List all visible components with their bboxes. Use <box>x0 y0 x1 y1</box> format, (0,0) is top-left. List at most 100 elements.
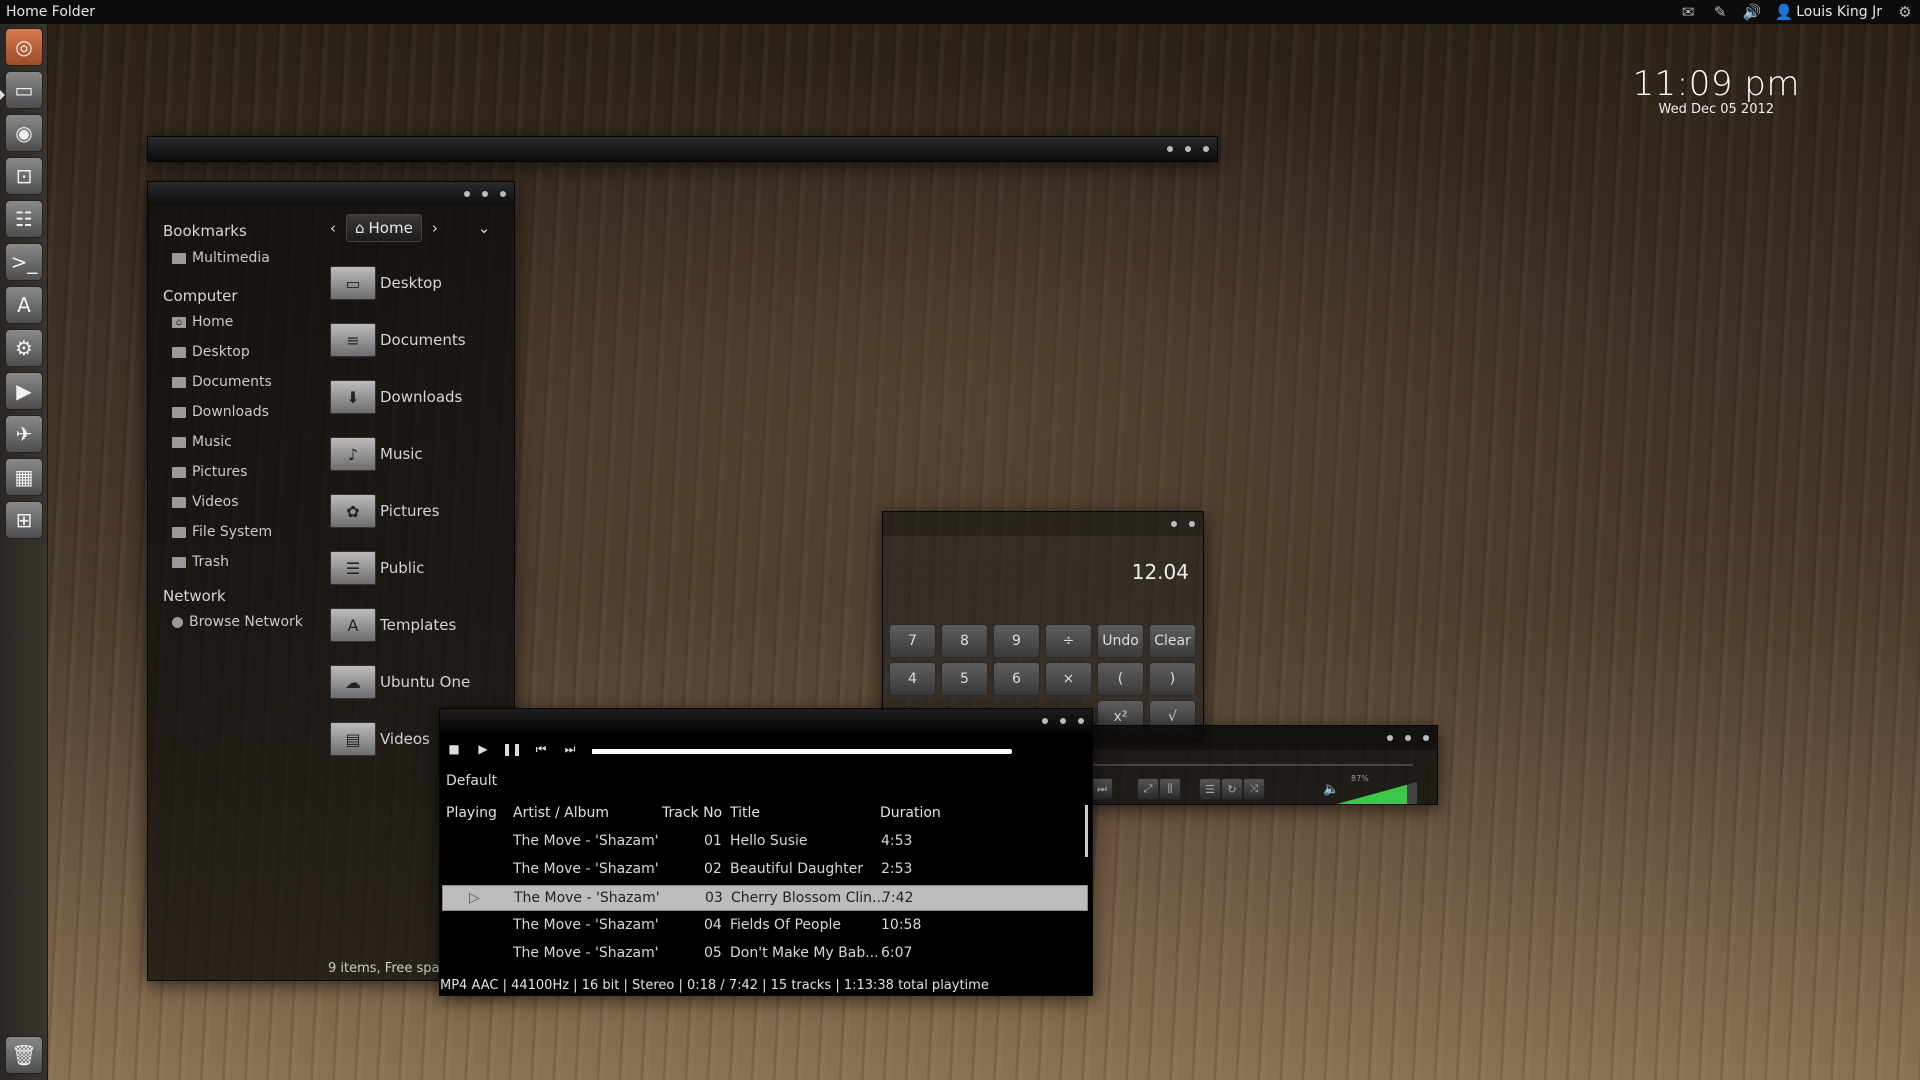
back-icon[interactable]: ‹ <box>330 219 336 237</box>
playlist-name[interactable]: Default <box>446 773 497 789</box>
key-open-paren[interactable]: ( <box>1097 662 1144 696</box>
maximize-button[interactable] <box>1060 718 1066 724</box>
stop-icon[interactable]: ■ <box>444 742 464 756</box>
key-6[interactable]: 6 <box>993 662 1040 696</box>
mail-icon[interactable]: ✉ <box>1679 3 1697 21</box>
key-4[interactable]: 4 <box>889 662 936 696</box>
pen-icon[interactable]: ✎ <box>1711 3 1729 21</box>
previous-icon[interactable]: ⏮ <box>531 742 551 757</box>
key-clear[interactable]: Clear <box>1149 624 1196 658</box>
table-row[interactable]: The Move - 'Shazam' 04 Fields Of People … <box>440 913 1094 939</box>
table-row[interactable]: The Move - 'Shazam' 02 Beautiful Daughte… <box>440 857 1094 883</box>
maximize-button[interactable] <box>1405 735 1411 741</box>
close-button[interactable] <box>1423 735 1429 741</box>
firefox-icon[interactable]: ◉ <box>5 114 43 152</box>
media-player-icon[interactable]: ▶ <box>5 372 43 410</box>
sidebar-item-browse-network[interactable]: Browse Network <box>172 614 303 630</box>
folder-public[interactable]: ☰ Public <box>330 551 424 585</box>
minimize-button[interactable] <box>1042 718 1048 724</box>
workspace-icon[interactable]: ⊞ <box>5 501 43 539</box>
gear-icon[interactable]: ⚙ <box>1896 3 1914 21</box>
table-row[interactable]: The Move - 'Shazam' 05 Don't Make My Bab… <box>440 941 1094 967</box>
next-icon[interactable]: ⏭ <box>560 742 580 757</box>
trash-icon[interactable]: 🗑 <box>5 1036 43 1074</box>
minimized-window-bar[interactable] <box>147 136 1218 162</box>
column-playing[interactable]: Playing <box>446 805 497 821</box>
close-button[interactable] <box>500 191 506 197</box>
key-9[interactable]: 9 <box>993 624 1040 658</box>
fullscreen-icon[interactable]: ⤢ <box>1137 778 1159 800</box>
next-icon[interactable]: ⏭ <box>1091 778 1113 800</box>
folder-pictures[interactable]: ✿ Pictures <box>330 494 439 528</box>
file-manager-titlebar[interactable] <box>148 182 514 206</box>
chevron-down-icon[interactable]: ⌄ <box>478 219 491 237</box>
key-5[interactable]: 5 <box>941 662 988 696</box>
column-duration[interactable]: Duration <box>880 805 941 821</box>
table-row[interactable]: The Move - 'Shazam' 01 Hello Susie 4:53 <box>440 829 1094 855</box>
folder-documents[interactable]: ≡ Documents <box>330 323 466 357</box>
sidebar-item-videos[interactable]: Videos <box>172 494 239 510</box>
key-7[interactable]: 7 <box>889 624 936 658</box>
table-row-playing[interactable]: ▷ The Move - 'Shazam' 03 Cherry Blossom … <box>442 885 1088 911</box>
music-player-window: ■ ▶ ❚❚ ⏮ ⏭ Default Playing Artist / Albu… <box>439 708 1093 996</box>
close-button[interactable] <box>1078 718 1084 724</box>
maximize-button[interactable] <box>1185 146 1191 152</box>
volume-slider[interactable] <box>1337 782 1417 804</box>
seek-bar[interactable] <box>592 749 1012 754</box>
music-folder-icon: ♪ <box>330 437 376 471</box>
playlist-icon[interactable]: ☰ <box>1199 778 1221 800</box>
play-icon[interactable]: ▶ <box>473 742 493 756</box>
mixer-icon[interactable]: ☷ <box>5 200 43 238</box>
close-button[interactable] <box>1189 521 1195 527</box>
terminal-icon[interactable]: >_ <box>5 243 43 281</box>
screenshot-icon[interactable]: ⊡ <box>5 157 43 195</box>
minimize-button[interactable] <box>464 191 470 197</box>
volume-icon[interactable]: 🔊 <box>1743 3 1762 21</box>
folder-music[interactable]: ♪ Music <box>330 437 423 471</box>
software-center-icon[interactable]: A <box>5 286 43 324</box>
home-icon: ⌂ <box>355 219 365 237</box>
folder-videos[interactable]: ▤ Videos <box>330 722 430 756</box>
minimize-button[interactable] <box>1167 146 1173 152</box>
minimize-button[interactable] <box>1171 521 1177 527</box>
sidebar-item-file-system[interactable]: File System <box>172 524 272 540</box>
sidebar-item-home[interactable]: ⌂ Home <box>172 314 233 330</box>
calculator-titlebar[interactable] <box>883 512 1203 536</box>
user-menu[interactable]: 👤 Louis King Jr <box>1775 3 1882 21</box>
key-multiply[interactable]: × <box>1045 662 1092 696</box>
player-titlebar[interactable] <box>440 709 1092 733</box>
folder-templates[interactable]: A Templates <box>330 608 456 642</box>
maximize-button[interactable] <box>482 191 488 197</box>
sidebar-item-multimedia[interactable]: Multimedia <box>172 250 270 266</box>
sidebar-item-music[interactable]: Music <box>172 434 232 450</box>
column-artist-album[interactable]: Artist / Album <box>513 805 609 821</box>
folder-downloads[interactable]: ⬇ Downloads <box>330 380 462 414</box>
column-title[interactable]: Title <box>730 805 760 821</box>
key-undo[interactable]: Undo <box>1097 624 1144 658</box>
key-8[interactable]: 8 <box>941 624 988 658</box>
files-icon[interactable]: ▭ <box>5 71 43 109</box>
seek-progress <box>592 749 609 754</box>
ubuntu-icon[interactable]: ◎ <box>5 28 43 66</box>
sidebar-item-desktop[interactable]: Desktop <box>172 344 250 360</box>
minimize-button[interactable] <box>1387 735 1393 741</box>
key-close-paren[interactable]: ) <box>1149 662 1196 696</box>
sidebar-item-trash[interactable]: Trash <box>172 554 229 570</box>
sidebar-item-documents[interactable]: Documents <box>172 374 272 390</box>
folder-desktop[interactable]: ▭ Desktop <box>330 266 442 300</box>
equalizer-icon[interactable]: ⫼ <box>1159 778 1181 800</box>
settings-icon[interactable]: ⚙ <box>5 329 43 367</box>
forward-icon[interactable]: › <box>432 219 438 237</box>
sidebar-item-downloads[interactable]: Downloads <box>172 404 269 420</box>
shuffle-icon[interactable]: ⤨ <box>1243 778 1265 800</box>
calculator-icon[interactable]: ▦ <box>5 458 43 496</box>
close-button[interactable] <box>1203 146 1209 152</box>
repeat-icon[interactable]: ↻ <box>1221 778 1243 800</box>
breadcrumb-home[interactable]: ⌂ Home <box>346 214 422 242</box>
pause-icon[interactable]: ❚❚ <box>502 742 522 756</box>
bird-icon[interactable]: ✈ <box>5 415 43 453</box>
key-divide[interactable]: ÷ <box>1045 624 1092 658</box>
sidebar-item-pictures[interactable]: Pictures <box>172 464 247 480</box>
folder-ubuntu-one[interactable]: ☁ Ubuntu One <box>330 665 470 699</box>
column-track-no[interactable]: Track No <box>662 805 722 821</box>
